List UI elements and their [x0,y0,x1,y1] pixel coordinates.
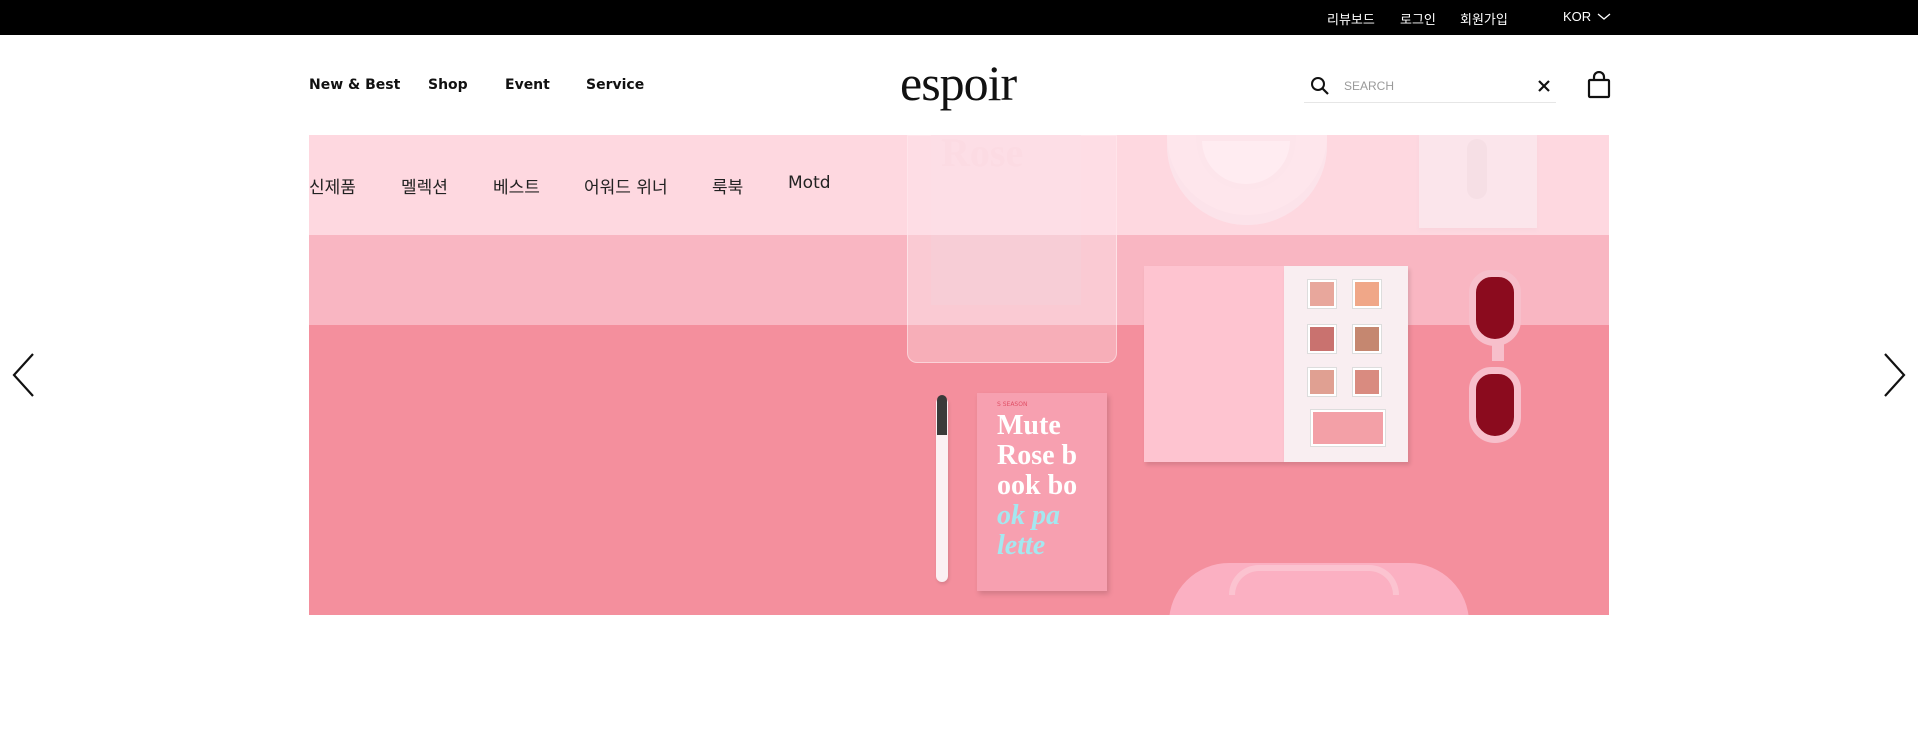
shadow-pan [1308,368,1336,396]
book-season-label: S SEASON [997,401,1028,408]
shopping-bag-icon[interactable] [1587,71,1611,99]
palette-cover [1144,266,1284,462]
subnav-lookbook[interactable]: 룩북 [712,173,743,198]
signup-link[interactable]: 회원가입 [1460,9,1508,28]
lookbook-palette-box: S SEASON Mute Rose b ook bo ok pa lette [977,393,1107,591]
book-title-line: Mute [997,410,1061,441]
book-title-line: lette [997,530,1046,561]
shadow-pan [1353,368,1381,396]
subnav-best[interactable]: 베스트 [493,173,540,198]
chevron-right-icon[interactable] [1878,350,1910,400]
book-title-line: ook bo [997,470,1078,501]
chevron-down-icon [1597,13,1611,20]
search-input[interactable] [1344,77,1524,95]
close-icon[interactable] [1536,78,1552,94]
nav-shop[interactable]: Shop [428,77,468,93]
site-header: New & Best Shop Event Service espoir [0,35,1918,135]
subnav-award-winner[interactable]: 어워드 위너 [584,173,668,198]
book-title-line: ok pa [997,500,1060,531]
espoir-logo[interactable]: espoir [900,55,1020,111]
shadow-pan [1353,325,1381,353]
brush-tip [937,395,947,435]
nav-event[interactable]: Event [505,77,550,93]
subnav-motd[interactable]: Motd [788,173,831,193]
nav-service[interactable]: Service [586,77,644,93]
subnav-collection[interactable]: 멜렉션 [401,173,448,198]
category-subnav: 신제품 멜렉션 베스트 어워드 위너 룩북 Motd [309,135,1609,235]
hero-banner[interactable]: Rose S SEASON Mute Rose b ook bo ok pa l… [309,135,1609,615]
sunglass-lens [1469,367,1521,443]
subnav-new-products[interactable]: 신제품 [309,173,356,198]
book-title-line: Rose b [997,440,1078,471]
login-link[interactable]: 로그인 [1400,9,1436,28]
sunglass-lens [1469,270,1521,346]
language-selector[interactable]: KOR [1563,9,1611,24]
blush-pan [1311,410,1385,446]
review-board-link[interactable]: 리뷰보드 [1327,9,1375,28]
search-box [1304,69,1556,103]
sunglass-bridge [1492,341,1504,361]
shadow-pan [1353,280,1381,308]
nav-new-best[interactable]: New & Best [309,77,400,93]
top-utility-bar: 리뷰보드 로그인 회원가입 KOR [0,0,1918,35]
shadow-pan [1308,325,1336,353]
search-icon[interactable] [1310,76,1330,96]
shirt-collar [1229,565,1399,595]
chevron-left-icon[interactable] [8,350,40,400]
language-label: KOR [1563,9,1592,24]
shadow-pan [1308,280,1336,308]
